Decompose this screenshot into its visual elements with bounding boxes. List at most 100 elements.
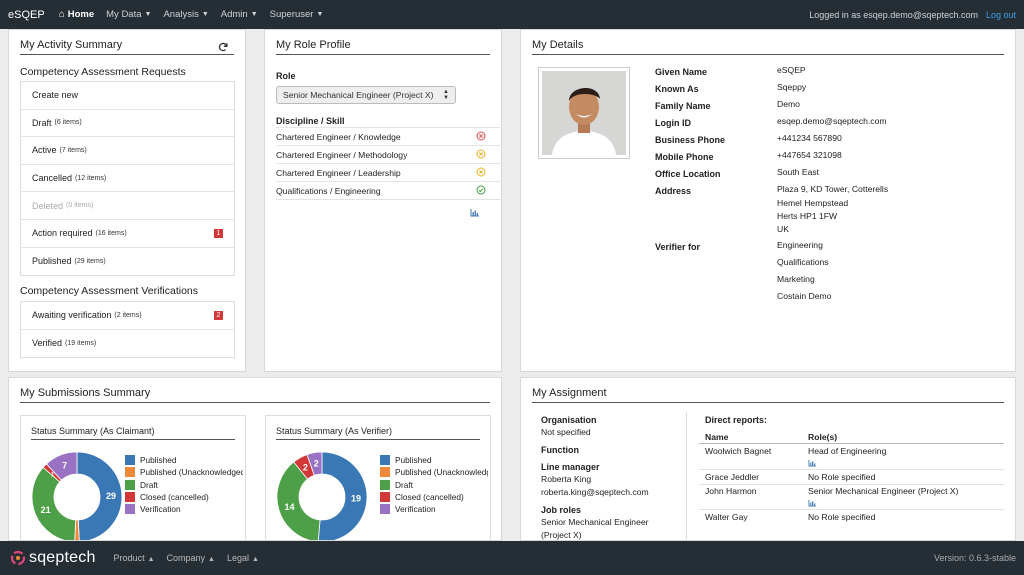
legend-label: Published: [395, 455, 432, 466]
donut-data-label: 14: [284, 502, 294, 512]
verification-label: Verified: [32, 338, 63, 349]
submissions-panel: My Submissions Summary Status Summary (A…: [8, 377, 502, 541]
legend-label: Closed (cancelled): [395, 492, 464, 503]
legend-swatch: [380, 467, 390, 478]
activity-summary-panel: My Activity Summary Competency Assessmen…: [8, 29, 246, 372]
verifier-chart-title: Status Summary (As Verifier): [276, 426, 480, 440]
known-as-label: Known As: [655, 84, 699, 94]
request-label: Active: [32, 145, 57, 156]
skill-row[interactable]: Chartered Engineer / Methodology: [276, 145, 502, 163]
footer-company[interactable]: Company ▲: [167, 553, 215, 563]
skill-name: Chartered Engineer / Leadership: [276, 167, 401, 178]
legend-item: Verification: [380, 503, 488, 515]
refresh-icon[interactable]: [218, 42, 228, 52]
footer-legal-label: Legal: [226, 553, 250, 563]
line-manager-email: roberta.king@sqeptech.com: [541, 487, 649, 497]
caret-down-icon: ▼: [201, 11, 209, 18]
legend-swatch: [125, 504, 135, 515]
nav-superuser[interactable]: Superuser ▼: [270, 9, 324, 20]
footer-legal[interactable]: Legal ▲: [227, 553, 259, 563]
legend-item: Published: [125, 454, 243, 466]
caret-down-icon: ▼: [250, 11, 258, 18]
known-as-value: Sqeppy: [777, 82, 807, 92]
table-row-line: [699, 509, 1004, 510]
verifier-chart-card: Status Summary (As Verifier) 19 14 2 2 Publ…: [265, 415, 491, 540]
claimant-donut-chart: 292117: [31, 451, 123, 541]
given-name-label: Given Name: [655, 67, 708, 77]
legend-item: Published (Unacknowledged): [125, 466, 243, 478]
legend-item: Closed (cancelled): [125, 491, 243, 503]
assignment-title: My Assignment: [532, 387, 1004, 403]
verifications-list: Awaiting verification (2 items) 2 Verified…: [20, 301, 235, 359]
function-label: Function: [541, 445, 579, 455]
nav-home-label: Home: [67, 9, 95, 20]
family-name-label: Family Name: [655, 101, 711, 111]
request-cancelled[interactable]: Cancelled (12 items): [21, 165, 234, 193]
claimant-legend: Published Published (Unacknowledged) Dra…: [125, 454, 243, 515]
nav-admin[interactable]: Admin ▼: [221, 9, 258, 20]
bar-chart-icon[interactable]: [470, 208, 480, 217]
activity-summary-title-text: My Activity Summary: [20, 39, 123, 51]
action-required-badge: 1: [214, 228, 223, 238]
job-role-line: (Project X): [541, 530, 582, 540]
request-count: (0 items): [66, 202, 94, 210]
details-panel: My Details Given Name eSQEP Known As Sqe…: [520, 29, 1016, 372]
verifier-item: Marketing: [777, 274, 815, 284]
request-active[interactable]: Active (7 items): [21, 137, 234, 165]
assignment-panel: My Assignment Organisation Not specified…: [520, 377, 1016, 541]
request-draft[interactable]: Draft (6 items): [21, 110, 234, 138]
line-manager-label: Line manager: [541, 462, 600, 472]
legend-swatch: [125, 492, 135, 503]
job-roles-label: Job roles: [541, 505, 582, 515]
verification-awaiting[interactable]: Awaiting verification (2 items) 2: [21, 302, 234, 330]
direct-reports-label: Direct reports:: [705, 415, 768, 425]
request-label: Deleted: [32, 200, 64, 211]
requests-list: Create new Draft (6 items) Active (7 items…: [20, 81, 235, 277]
logout-link[interactable]: Log out: [986, 10, 1016, 20]
request-create-new[interactable]: Create new: [21, 82, 234, 110]
report-name: Grace Jeddler: [705, 472, 759, 482]
nav-admin-label: Admin: [220, 9, 248, 20]
brand-logo[interactable]: eSQEP: [8, 9, 45, 21]
table-header-line: [699, 443, 1004, 444]
top-navbar: eSQEP ⌂ Home My Data ▼ Analysis ▼ Admin ▼ Su…: [0, 0, 1024, 29]
verification-verified[interactable]: Verified (19 items): [21, 330, 234, 358]
donut-slice-draft[interactable]: [31, 466, 77, 541]
address-label: Address: [655, 186, 692, 196]
assignment-divider: [686, 412, 687, 540]
footer-company-label: Company: [166, 553, 206, 563]
col-roles-header: Role(s): [808, 432, 838, 442]
footer-logo[interactable]: sqeptech: [29, 549, 96, 567]
footer-product[interactable]: Product ▲: [114, 553, 155, 563]
request-published[interactable]: Published (29 items): [21, 248, 234, 276]
nav-superuser-label: Superuser: [269, 9, 314, 20]
verifications-heading: Competency Assessment Verifications: [20, 285, 198, 297]
sqeptech-logo-icon: [10, 550, 26, 566]
address-line: Hemel Hempstead: [777, 198, 849, 208]
bar-chart-icon[interactable]: [808, 459, 817, 467]
version-text: Version: 0.6.3-stable: [933, 553, 1016, 563]
nav-my-data[interactable]: My Data ▼: [106, 9, 151, 20]
report-role: Senior Mechanical Engineer (Project X): [808, 486, 959, 496]
skill-row[interactable]: Chartered Engineer / Knowledge: [276, 127, 502, 145]
request-action-required[interactable]: Action required (16 items) 1: [21, 220, 234, 248]
donut-data-label: 21: [41, 505, 51, 515]
role-select[interactable]: Senior Mechanical Engineer (Project X) ▲ ▼: [276, 86, 456, 104]
user-area: Logged in as esqep.demo@sqeptech.com Log…: [809, 10, 1016, 20]
skill-divider: [276, 199, 502, 200]
nav-analysis[interactable]: Analysis ▼: [163, 9, 208, 20]
nav-home[interactable]: ⌂ Home: [59, 9, 94, 20]
caret-down-icon: ▼: [316, 11, 324, 18]
legend-label: Verification: [140, 504, 181, 515]
report-role: No Role specified: [808, 512, 876, 522]
bar-chart-icon[interactable]: [808, 499, 817, 507]
details-title: My Details: [532, 39, 1004, 55]
organisation-value: Not specified: [541, 427, 591, 437]
skill-row[interactable]: Qualifications / Engineering: [276, 181, 502, 199]
donut-data-label: 2: [314, 458, 319, 468]
legend-swatch: [380, 455, 390, 466]
skill-row[interactable]: Chartered Engineer / Leadership: [276, 163, 502, 181]
legend-label: Draft: [140, 479, 158, 490]
request-count: (12 items): [75, 174, 107, 182]
caret-up-icon: ▲: [208, 556, 215, 563]
